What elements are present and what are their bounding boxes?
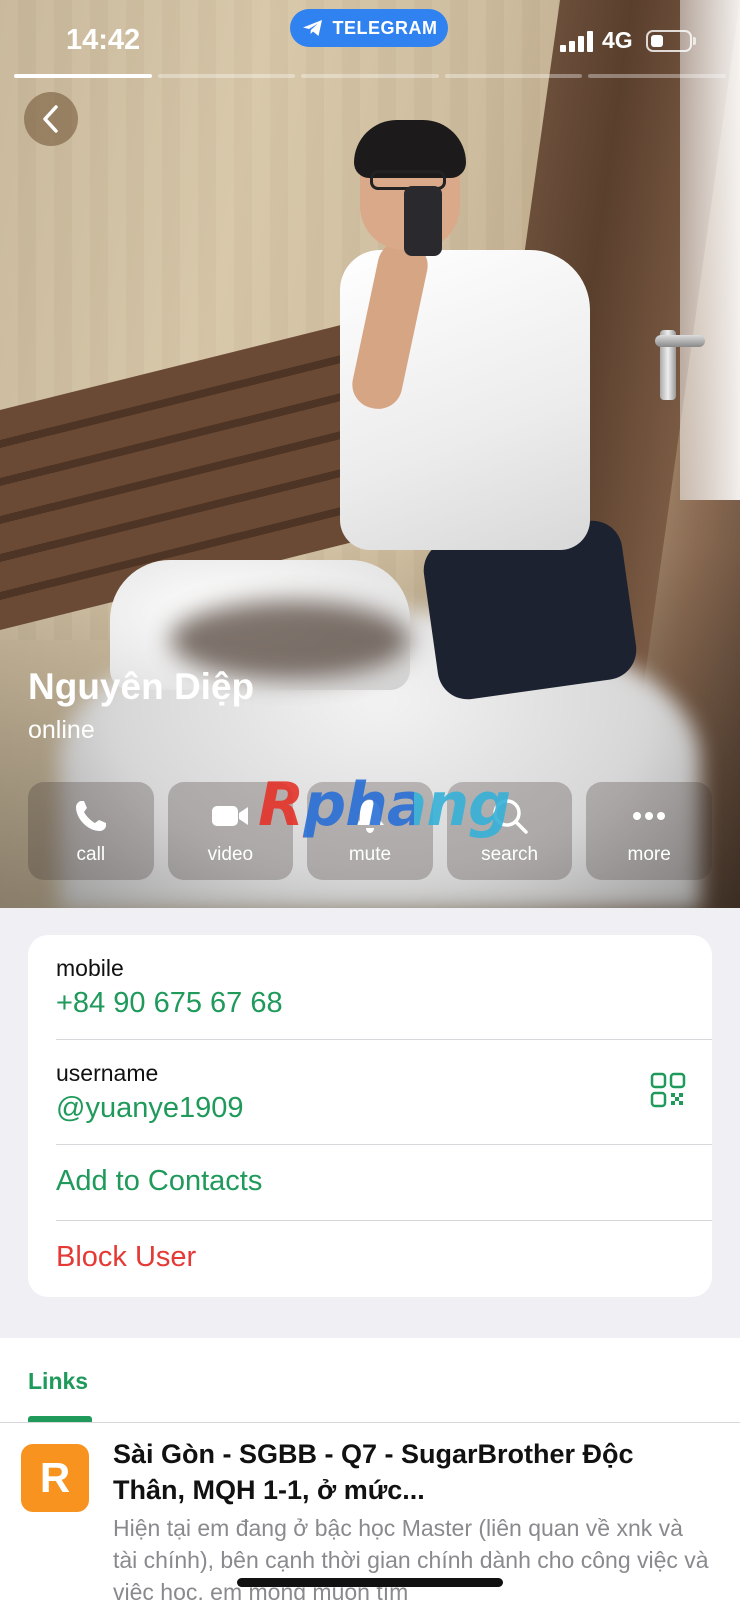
telegram-icon <box>302 20 322 36</box>
story-segment <box>157 74 296 78</box>
shared-media-section: Links R Sài Gòn - SGBB - Q7 - SugarBroth… <box>0 1338 740 1600</box>
home-indicator[interactable] <box>237 1578 503 1587</box>
photo-door-handle <box>655 335 705 347</box>
block-user-row[interactable]: Block User <box>28 1221 712 1297</box>
story-segment <box>301 74 439 78</box>
status-time: 14:42 <box>66 24 141 56</box>
add-contact-row[interactable]: Add to Contacts <box>28 1145 712 1221</box>
more-button[interactable]: more <box>586 782 712 880</box>
call-label: call <box>76 844 106 865</box>
search-label: search <box>481 844 539 865</box>
story-segment <box>588 74 726 78</box>
battery-tip <box>693 37 696 45</box>
telegram-pill[interactable]: TELEGRAM <box>290 9 448 47</box>
username-value[interactable]: @yuanye1909 <box>56 1092 243 1125</box>
person-phone <box>404 186 442 256</box>
back-button[interactable] <box>24 92 78 146</box>
story-segment <box>444 74 583 78</box>
chevron-left-icon <box>43 105 58 133</box>
mobile-row[interactable]: mobile +84 90 675 67 68 <box>28 935 712 1040</box>
qr-code-icon[interactable] <box>650 1072 686 1108</box>
tab-links[interactable]: Links <box>28 1368 88 1395</box>
watermark-logo: Rphang <box>258 770 511 840</box>
video-camera-icon <box>212 806 249 826</box>
contact-info-card: mobile +84 90 675 67 68 username @yuanye… <box>28 935 712 1297</box>
more-label: more <box>627 844 671 865</box>
profile-status: online <box>28 716 95 744</box>
mute-label: mute <box>348 844 392 865</box>
story-segment <box>14 74 152 78</box>
profile-name: Nguyên Diệp <box>28 666 255 707</box>
mobile-label: mobile <box>56 955 124 981</box>
phone-icon <box>75 801 106 831</box>
block-user-button[interactable]: Block User <box>56 1241 196 1274</box>
add-to-contacts-button[interactable]: Add to Contacts <box>56 1165 262 1198</box>
mobile-value[interactable]: +84 90 675 67 68 <box>56 987 283 1020</box>
signal-icon <box>560 30 594 52</box>
more-dots-icon <box>633 812 666 820</box>
battery-icon <box>646 30 692 52</box>
divider <box>0 1422 740 1423</box>
story-progress <box>14 74 726 78</box>
photo-person <box>340 120 641 704</box>
call-button[interactable]: call <box>28 782 154 880</box>
network-type: 4G <box>602 27 633 53</box>
username-row[interactable]: username @yuanye1909 <box>28 1040 712 1145</box>
status-bar: 14:42 TELEGRAM 4G <box>0 0 740 80</box>
telegram-pill-label: TELEGRAM <box>332 17 438 38</box>
link-preview-icon[interactable]: R <box>21 1444 89 1512</box>
video-label: video <box>207 844 254 865</box>
username-label: username <box>56 1060 159 1086</box>
battery-level <box>651 35 663 47</box>
link-title[interactable]: Sài Gòn - SGBB - Q7 - SugarBrother Độc T… <box>113 1436 713 1508</box>
